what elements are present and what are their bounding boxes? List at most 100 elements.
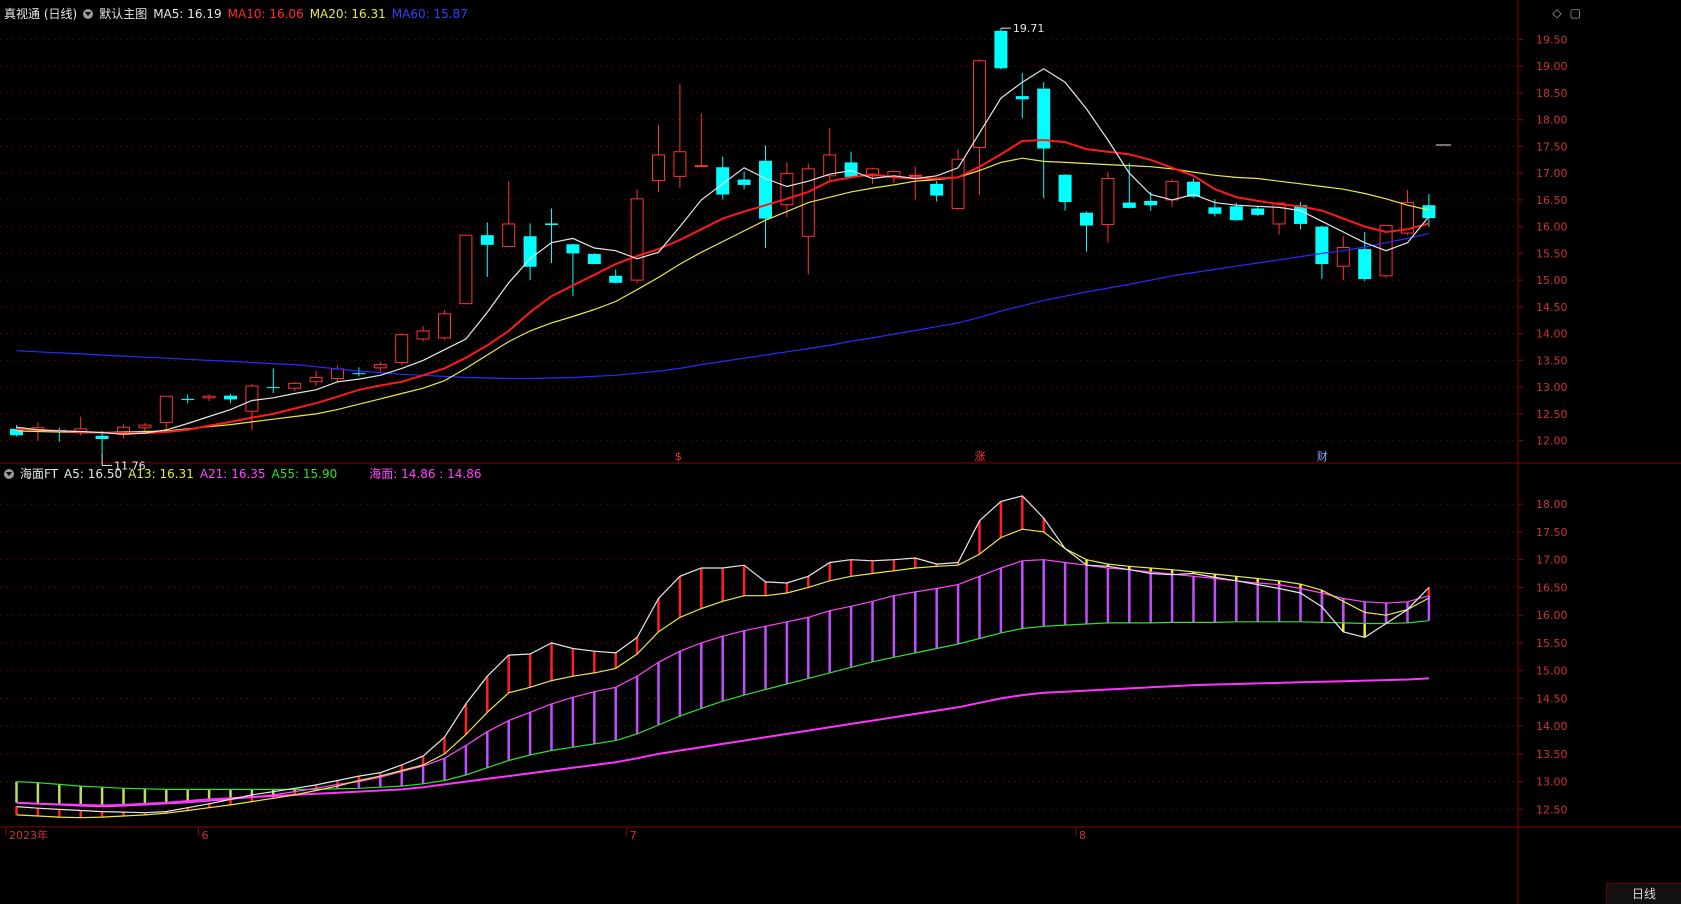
candle-body xyxy=(202,395,216,399)
ma20-label: MA20: 16.31 xyxy=(309,6,386,21)
candle-body xyxy=(523,236,537,267)
candle-body xyxy=(1165,181,1179,201)
y-tick-label: 17.00 xyxy=(1536,167,1568,180)
y-tick-label: 17.50 xyxy=(1536,526,1568,539)
ma60-label: MA60: 15.87 xyxy=(391,6,468,21)
haimian-label: 海面: 14.86 : 14.86 xyxy=(369,467,482,481)
candle-body xyxy=(373,364,387,369)
candle-body xyxy=(309,376,323,383)
candle-body xyxy=(908,174,922,177)
candle-body xyxy=(930,183,944,196)
candle-body xyxy=(1251,208,1265,215)
y-tick-label: 14.00 xyxy=(1536,328,1568,341)
y-tick-label: 17.50 xyxy=(1536,140,1568,153)
candle-body xyxy=(245,385,259,412)
candle-body xyxy=(1080,212,1093,226)
candle-body xyxy=(844,162,858,177)
event-marker: $ xyxy=(675,450,682,463)
candle-body xyxy=(1122,202,1136,208)
candle-body xyxy=(673,151,687,177)
a21-label: A21: 16.35 xyxy=(199,466,266,481)
candle-body xyxy=(1358,249,1372,280)
y-tick-label: 14.50 xyxy=(1536,692,1568,705)
y-tick-label: 16.50 xyxy=(1536,581,1568,594)
candle-body xyxy=(395,334,409,364)
ma5-label: MA5: 16.19 xyxy=(153,6,222,21)
candle-body xyxy=(159,395,173,423)
candle-body xyxy=(1208,207,1222,214)
y-tick-label: 15.00 xyxy=(1536,665,1568,678)
y-tick-label: 18.00 xyxy=(1536,498,1568,511)
chart-canvas[interactable]: 19.50 19.00 18.50 18.00 17.50 17.00 16.50 16.00… xyxy=(0,0,1681,904)
indicator-dropdown-icon[interactable] xyxy=(4,468,14,479)
a5-label: A5: 16.50 xyxy=(64,466,123,481)
candle-body xyxy=(1144,200,1158,206)
candle-body xyxy=(181,398,195,400)
candle-body xyxy=(1272,202,1286,225)
diamond-icon[interactable]: ◇ xyxy=(1552,6,1561,20)
candle-body xyxy=(545,223,558,226)
x-tick-label: 2023年 xyxy=(9,828,48,842)
candle-body xyxy=(1315,226,1329,265)
bottom-grid xyxy=(0,503,1681,828)
template-label[interactable]: 默认主图 xyxy=(99,5,147,22)
window-icon[interactable]: ▢ xyxy=(1570,6,1581,20)
candle-body xyxy=(480,235,494,245)
candle-body xyxy=(973,60,986,148)
high-label: 19.71 xyxy=(1013,22,1045,35)
ma10-label: MA10: 16.06 xyxy=(227,6,304,21)
top-ma-lines xyxy=(16,68,1430,435)
stock-title[interactable]: 真视通 (日线) xyxy=(4,5,77,22)
candle-body xyxy=(95,435,109,439)
top-grid xyxy=(0,0,1681,904)
ma60-line xyxy=(16,233,1430,380)
candle-body xyxy=(1422,205,1436,219)
candle-body xyxy=(288,382,302,389)
y-tick-label: 14.50 xyxy=(1536,301,1568,314)
top-legend: 真视通 (日线) 默认主图 MA5: 16.19 MA10: 16.06 MA2… xyxy=(4,5,468,22)
candle-body xyxy=(737,179,751,185)
template-dropdown-icon[interactable] xyxy=(83,8,94,19)
candle-body xyxy=(652,154,665,182)
y-tick-label: 12.00 xyxy=(1536,435,1568,448)
candle-body xyxy=(416,330,430,340)
candle-body xyxy=(951,158,965,209)
bottom-bars xyxy=(15,495,1431,818)
annotations: 19.7111.76$ 涨财 xyxy=(101,22,1451,472)
candle-body xyxy=(224,395,237,400)
a13-label: A13: 16.31 xyxy=(128,466,194,481)
candle-body xyxy=(587,253,601,265)
candle-body xyxy=(352,373,366,375)
y-tick-label: 16.00 xyxy=(1536,609,1568,622)
y-tick-label: 13.00 xyxy=(1536,381,1568,394)
event-marker: 财 xyxy=(1317,449,1328,463)
y-tick-label: 15.50 xyxy=(1536,637,1568,650)
candle-body xyxy=(438,313,451,339)
ma20-line xyxy=(16,157,1430,434)
event-marker: 涨 xyxy=(975,450,986,463)
y-tick-label: 13.00 xyxy=(1536,776,1568,789)
candle-body xyxy=(459,234,473,305)
y-tick-label: 19.50 xyxy=(1536,33,1568,46)
candle-body xyxy=(331,368,344,380)
y-tick-label: 18.50 xyxy=(1536,87,1568,100)
bottom-y-axis: 18.00 17.50 17.00 16.50 16.00 15.50 15.00 14.50… xyxy=(1518,498,1568,816)
candle-body xyxy=(1015,96,1029,100)
candle-body xyxy=(630,198,644,281)
bottom-legend: 海面FT A5: 16.50 A13: 16.31 A21: 16.35 A55… xyxy=(4,465,482,482)
y-tick-label: 14.00 xyxy=(1536,720,1568,733)
top-right-icons: ◇ ▢ xyxy=(1552,6,1581,20)
candle-body xyxy=(1058,174,1072,203)
y-tick-label: 12.50 xyxy=(1536,408,1568,421)
y-tick-label: 16.50 xyxy=(1536,194,1568,207)
x-tick-label: 7 xyxy=(630,829,637,842)
y-tick-label: 15.00 xyxy=(1536,274,1568,287)
y-tick-label: 16.00 xyxy=(1536,221,1568,234)
x-tick-label: 6 xyxy=(202,829,209,842)
top-y-axis: 19.50 19.00 18.50 18.00 17.50 17.00 16.50 16.00… xyxy=(1518,33,1568,448)
period-label[interactable]: 日线 xyxy=(1606,883,1681,904)
candle-body xyxy=(759,160,772,219)
candle-body xyxy=(1101,177,1115,225)
y-tick-label: 18.00 xyxy=(1536,114,1568,127)
indicator-title[interactable]: 海面FT xyxy=(20,465,58,482)
